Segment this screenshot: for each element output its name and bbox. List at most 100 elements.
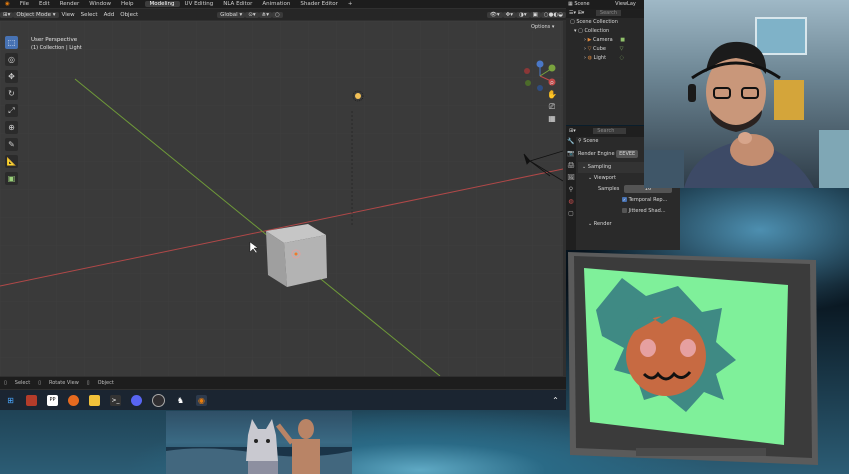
- chevron-down-icon: ⌄: [588, 175, 593, 181]
- add-cube-tool-icon[interactable]: ▣: [5, 172, 18, 185]
- expand-arrow-icon[interactable]: ›: [584, 55, 586, 61]
- tab-uv-editing[interactable]: UV Editing: [180, 1, 219, 7]
- measure-tool-icon[interactable]: 📐: [5, 155, 18, 168]
- tray-chevron-up-icon[interactable]: ⌃: [550, 395, 561, 406]
- obs-icon[interactable]: [152, 393, 165, 407]
- mouse-right-icon: ▯: [86, 380, 90, 386]
- camera-label: Camera: [593, 37, 613, 43]
- scene-tab-icon[interactable]: ⚲: [566, 184, 576, 196]
- menu-render[interactable]: Render: [55, 1, 85, 7]
- transform-orientation-dropdown[interactable]: Global ▾: [217, 11, 246, 18]
- cursor-tool-icon[interactable]: ◎: [5, 53, 18, 66]
- tab-animation[interactable]: Animation: [257, 1, 295, 7]
- render-subpanel-header[interactable]: ⌄ Render: [578, 219, 680, 230]
- editor-type-icon[interactable]: ⊞▾: [569, 128, 576, 134]
- cube-object: [266, 224, 327, 287]
- transform-tool-icon[interactable]: ⊕: [5, 121, 18, 134]
- chevron-down-icon: ⌄: [588, 221, 593, 227]
- proportional-edit-icon[interactable]: ○: [271, 11, 283, 18]
- menu-object[interactable]: Object: [117, 12, 141, 18]
- scale-tool-icon[interactable]: ⤢: [5, 104, 18, 117]
- webcam-person-illustration: [644, 17, 849, 188]
- jittered-checkbox[interactable]: [622, 208, 627, 213]
- filter-icon[interactable]: ☰▾: [569, 10, 576, 16]
- terminal-icon[interactable]: >_: [110, 394, 121, 406]
- gizmo-icon[interactable]: ✥▾: [502, 11, 517, 18]
- object-mode-dropdown[interactable]: Object Mode ▾: [13, 11, 59, 18]
- file-explorer-icon[interactable]: [89, 394, 100, 406]
- move-tool-icon[interactable]: ✥: [5, 70, 18, 83]
- light-bulb-icon: ◍: [587, 55, 592, 61]
- light-label: Light: [593, 55, 607, 61]
- viewlayer-label[interactable]: ViewLay: [591, 1, 636, 7]
- output-tab-icon[interactable]: 🖨: [566, 160, 576, 172]
- scene-label[interactable]: Scene: [574, 1, 589, 7]
- add-workspace-button[interactable]: +: [343, 1, 358, 7]
- app-icon-pp[interactable]: PP: [47, 394, 58, 406]
- jittered-shadows-row: Jittered Shad...: [578, 206, 680, 217]
- temporal-checkbox[interactable]: ✓: [622, 197, 627, 202]
- outliner-search-input[interactable]: Search: [595, 10, 622, 16]
- top-menu-bar: ◉ File Edit Render Window Help Modeling …: [0, 0, 566, 8]
- menu-help[interactable]: Help: [116, 1, 139, 7]
- select-box-tool-icon[interactable]: ⬚: [5, 36, 18, 49]
- render-tab-icon[interactable]: 📷: [566, 148, 576, 160]
- view-controls: ⌕ ✋ ⎚ ▦: [546, 78, 558, 126]
- discord-icon[interactable]: [131, 394, 142, 406]
- annotate-tool-icon[interactable]: ✎: [5, 138, 18, 151]
- status-rotate-view: Rotate View: [48, 380, 79, 386]
- rotate-tool-icon[interactable]: ↻: [5, 87, 18, 100]
- tab-nla-editor[interactable]: NLA Editor: [218, 1, 257, 7]
- overlay-icon[interactable]: ◑▾: [516, 11, 530, 18]
- menu-edit[interactable]: Edit: [34, 1, 55, 7]
- outliner-row-cube[interactable]: › ▽ Cube ▽: [566, 45, 645, 54]
- outliner-row-collection[interactable]: ▾ ▢ Collection: [566, 27, 645, 36]
- pivot-icon[interactable]: ⊙▾: [245, 11, 259, 18]
- shading-modes-icon[interactable]: ○●◐◒: [540, 11, 566, 18]
- expand-arrow-icon[interactable]: ›: [584, 46, 586, 52]
- properties-search-input[interactable]: Search: [593, 128, 627, 134]
- xray-icon[interactable]: ▣: [529, 11, 541, 18]
- menu-add[interactable]: Add: [101, 12, 118, 18]
- display-mode-icon[interactable]: ⊞▾: [578, 10, 585, 16]
- view-layer-tab-icon[interactable]: 🖼: [566, 172, 576, 184]
- 3d-viewport[interactable]: User Perspective (1) Collection | Light …: [0, 21, 563, 376]
- ortho-grid-icon[interactable]: ▦: [546, 114, 558, 126]
- visibility-icon[interactable]: 👁▾: [486, 11, 503, 18]
- app-icon-red[interactable]: [26, 394, 37, 406]
- render-sub-label: Render: [593, 221, 612, 227]
- firefox-icon[interactable]: [68, 394, 79, 406]
- editor-type-button[interactable]: ⊞▾: [0, 11, 14, 18]
- expand-arrow-icon[interactable]: ›: [584, 37, 586, 43]
- windows-start-icon[interactable]: ⊞: [5, 395, 16, 406]
- zoom-icon[interactable]: ⌕: [546, 78, 558, 90]
- collection-label: Collection: [584, 28, 610, 34]
- tab-shader-editor[interactable]: Shader Editor: [295, 1, 343, 7]
- blender-taskbar-icon[interactable]: ◉: [196, 394, 207, 406]
- world-tab-icon[interactable]: ◍: [566, 196, 576, 208]
- tab-modeling[interactable]: Modeling: [144, 1, 180, 7]
- options-dropdown[interactable]: Options ▾: [528, 23, 558, 31]
- snap-icon[interactable]: ⋔▾: [258, 11, 272, 18]
- outliner-row-camera[interactable]: › ▶ Camera ■: [566, 36, 645, 45]
- outliner-row-light[interactable]: › ◍ Light ◌: [566, 54, 645, 63]
- menu-window[interactable]: Window: [84, 1, 116, 7]
- blender-logo-icon[interactable]: ◉: [0, 1, 15, 7]
- render-engine-dropdown[interactable]: EEVEE: [616, 150, 639, 158]
- expand-arrow-icon[interactable]: ▾: [574, 28, 577, 34]
- outliner-row-scene-collection[interactable]: ▢ Scene Collection: [566, 18, 645, 27]
- scene-collection-label: Scene Collection: [576, 19, 618, 25]
- viewport-grid: [0, 21, 563, 376]
- app-icon-character[interactable]: ♞: [175, 395, 186, 406]
- menu-file[interactable]: File: [15, 1, 34, 7]
- tool-shelf: ⬚ ◎ ✥ ↻ ⤢ ⊕ ✎ 📐 ▣: [5, 36, 21, 189]
- light-icon: [355, 93, 361, 99]
- menu-select[interactable]: Select: [78, 12, 101, 18]
- pan-hand-icon[interactable]: ✋: [546, 90, 558, 102]
- collection-tab-icon[interactable]: ▢: [566, 208, 576, 220]
- tool-tab-icon[interactable]: 🔧: [566, 136, 576, 148]
- camera-view-icon[interactable]: ⎚: [546, 102, 558, 114]
- menu-view[interactable]: View: [59, 12, 78, 18]
- video-scene-illustration: [166, 419, 352, 474]
- status-select: Select: [14, 380, 31, 386]
